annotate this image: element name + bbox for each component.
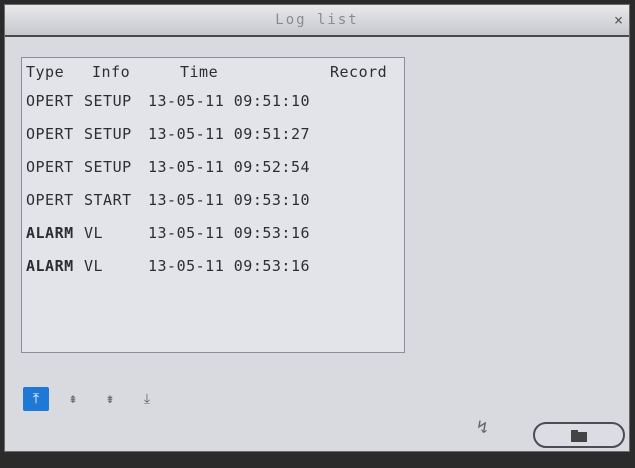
cell-info: VL xyxy=(84,257,104,275)
table-row[interactable]: OPERT SETUP 13-05-11 09:52:54 xyxy=(22,158,404,184)
column-header-info: Info xyxy=(92,63,131,81)
down-arrow-icon: ⇟ xyxy=(105,391,115,407)
last-page-icon: ⤓ xyxy=(143,391,151,407)
cell-info: VL xyxy=(84,224,104,242)
log-table: Type Info Time Record OPERT SETUP 13-05-11… xyxy=(21,57,405,353)
table-row[interactable]: ALARM VL 13-05-11 09:53:16 xyxy=(22,257,404,283)
cell-time: 13-05-11 09:53:10 xyxy=(148,191,311,209)
cell-info: START xyxy=(84,191,132,209)
window-title: Log list xyxy=(275,12,359,28)
first-page-icon: ⤒ xyxy=(32,391,40,407)
cell-type: OPERT xyxy=(26,92,74,110)
cell-type: OPERT xyxy=(26,125,74,143)
cell-time: 13-05-11 09:52:54 xyxy=(148,158,311,176)
table-row[interactable]: OPERT SETUP 13-05-11 09:51:27 xyxy=(22,125,404,151)
first-page-button[interactable]: ⤒ xyxy=(23,387,49,411)
cell-type: ALARM xyxy=(26,224,74,242)
cell-time: 13-05-11 09:51:10 xyxy=(148,92,311,110)
column-header-record: Record xyxy=(330,63,388,81)
cell-type: OPERT xyxy=(26,191,74,209)
close-button[interactable]: × xyxy=(614,11,623,29)
log-list-window: Log list × Type Info Time Record OPERT SE… xyxy=(4,4,630,452)
cell-time: 13-05-11 09:51:27 xyxy=(148,125,311,143)
table-header-row: Type Info Time Record xyxy=(22,63,404,89)
next-page-button[interactable]: ⇟ xyxy=(97,387,123,411)
cell-time: 13-05-11 09:53:16 xyxy=(148,257,311,275)
up-arrow-icon: ⇞ xyxy=(68,391,78,407)
mouse-cursor-icon: ↯ xyxy=(477,417,488,438)
cell-info: SETUP xyxy=(84,125,132,143)
cell-time: 13-05-11 09:53:16 xyxy=(148,224,311,242)
column-header-time: Time xyxy=(180,63,219,81)
folder-icon xyxy=(571,430,587,442)
action-button[interactable] xyxy=(533,422,625,448)
table-row[interactable]: OPERT SETUP 13-05-11 09:51:10 xyxy=(22,92,404,118)
title-bar: Log list × xyxy=(5,5,629,37)
table-row[interactable]: OPERT START 13-05-11 09:53:10 xyxy=(22,191,404,217)
column-header-type: Type xyxy=(26,63,65,81)
last-page-button[interactable]: ⤓ xyxy=(134,387,160,411)
cell-info: SETUP xyxy=(84,158,132,176)
cell-type: ALARM xyxy=(26,257,74,275)
table-row[interactable]: ALARM VL 13-05-11 09:53:16 xyxy=(22,224,404,250)
prev-page-button[interactable]: ⇞ xyxy=(60,387,86,411)
cell-type: OPERT xyxy=(26,158,74,176)
cell-info: SETUP xyxy=(84,92,132,110)
